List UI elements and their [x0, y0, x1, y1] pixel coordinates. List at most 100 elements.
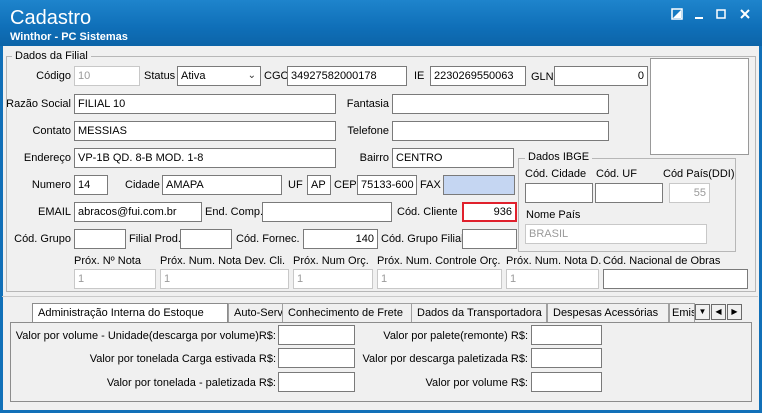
cod-grupo-filial-label: Cód. Grupo Filial [381, 233, 464, 245]
valor-volume-descarga-field[interactable] [278, 325, 355, 345]
codigo-field[interactable]: 10 [74, 66, 140, 86]
cep-field[interactable]: 75133-600 [357, 175, 417, 195]
maximize-icon[interactable] [712, 6, 730, 24]
chevron-down-icon[interactable]: ▼ [695, 304, 710, 320]
prox-num-orc-field[interactable]: 1 [293, 269, 373, 289]
window-title: Cadastro [10, 7, 92, 29]
cod-fornec-field[interactable]: 140 [303, 229, 378, 249]
codigo-label: Código [36, 70, 71, 82]
divider [2, 296, 758, 297]
numero-field[interactable]: 14 [74, 175, 108, 195]
cgc-field[interactable]: 34927582000178 [287, 66, 407, 86]
bairro-label: Bairro [359, 152, 389, 164]
tab-despesas-acessorias[interactable]: Despesas Acessórias [547, 303, 669, 323]
valor-palete-remonte-label: Valor por palete(remonte) R$: [383, 330, 528, 342]
tab-conhecimento-frete[interactable]: Conhecimento de Frete [282, 303, 412, 323]
endereco-field[interactable]: VP-1B QD. 8-B MOD. 1-8 [74, 148, 336, 168]
cod-obras-field[interactable] [603, 269, 748, 289]
valor-palete-remonte-field[interactable] [531, 325, 602, 345]
prox-num-dev-field[interactable]: 1 [160, 269, 289, 289]
cod-grupo-filial-field[interactable] [462, 229, 517, 249]
valor-por-volume-label: Valor por volume R$: [425, 377, 528, 389]
filial-prod-label: Filial Prod. [129, 233, 181, 245]
minimize-icon[interactable] [690, 6, 708, 24]
email-label: EMAIL [37, 206, 71, 218]
nome-pais-field[interactable]: BRASIL [525, 224, 707, 244]
close-icon[interactable] [736, 6, 754, 24]
filial-prod-field[interactable] [180, 229, 232, 249]
prox-nota-field[interactable]: 1 [74, 269, 156, 289]
ie-label: IE [414, 70, 425, 82]
cod-uf-field[interactable] [595, 183, 663, 203]
prox-controle-orc-field[interactable]: 1 [377, 269, 502, 289]
valor-descarga-paletizada-label: Valor por descarga paletizada R$: [362, 353, 528, 365]
telefone-label: Telefone [347, 125, 389, 137]
status-select[interactable]: Ativa ⌄ [177, 66, 261, 86]
chevron-down-icon[interactable]: ⌄ [248, 67, 256, 85]
email-field[interactable]: abracos@fui.com.br [74, 202, 202, 222]
tab-administracao-estoque[interactable]: Administração Interna do Estoque [32, 303, 228, 324]
valor-por-volume-field[interactable] [531, 372, 602, 392]
cidade-field[interactable]: AMAPA [162, 175, 282, 195]
status-value: Ativa [181, 70, 206, 82]
cgc-label: CGC [264, 70, 289, 82]
chevron-right-icon[interactable]: ▶ [727, 304, 742, 320]
fax-field[interactable] [443, 175, 515, 195]
cep-label: CEP [334, 179, 357, 191]
razao-social-field[interactable]: FILIAL 10 [74, 94, 336, 114]
valor-descarga-paletizada-field[interactable] [531, 348, 602, 368]
end-comp-label: End. Comp. [205, 206, 264, 218]
endereco-label: Endereço [23, 152, 71, 164]
fantasia-label: Fantasia [346, 98, 389, 110]
title-bar: Cadastro Winthor - PC Sistemas [0, 0, 762, 46]
tab-dados-transportadora[interactable]: Dados da Transportadora [411, 303, 547, 323]
tab-strip: Administração Interna do Estoque Auto-Se… [10, 303, 752, 324]
contato-label: Contato [32, 125, 71, 137]
cod-obras-label: Cód. Nacional de Obras [603, 255, 721, 267]
cod-pais-field[interactable]: 55 [669, 183, 710, 203]
uf-field[interactable]: AP [307, 175, 331, 195]
cod-cidade-field[interactable] [525, 183, 593, 203]
prox-nota-d-field[interactable]: 1 [506, 269, 599, 289]
valor-tonelada-paletizada-field[interactable] [278, 372, 355, 392]
end-comp-field[interactable] [262, 202, 392, 222]
cidade-label: Cidade [125, 179, 160, 191]
prox-num-dev-label: Próx. Num. Nota Dev. Cli. [160, 255, 286, 267]
dados-ibge-label: Dados IBGE [525, 151, 593, 163]
contato-field[interactable]: MESSIAS [74, 121, 336, 141]
cod-cidade-label: Cód. Cidade [525, 168, 587, 180]
window-subtitle: Winthor - PC Sistemas [10, 31, 128, 43]
tab-emiss[interactable]: Emiss [669, 303, 695, 323]
prox-nota-d-label: Próx. Num. Nota D. [506, 255, 602, 267]
cod-pais-label: Cód País(DDI) [663, 168, 735, 180]
cod-grupo-label: Cód. Grupo [14, 233, 71, 245]
nome-pais-label: Nome País [526, 209, 581, 221]
prox-nota-label: Próx. Nº Nota [74, 255, 141, 267]
restore-icon[interactable] [668, 6, 686, 24]
status-label: Status [144, 70, 176, 82]
chevron-left-icon[interactable]: ◀ [711, 304, 726, 320]
uf-label: UF [288, 179, 303, 191]
prox-controle-orc-label: Próx. Num. Controle Orç. [377, 255, 501, 267]
fax-label: FAX [420, 179, 441, 191]
fantasia-field[interactable] [392, 94, 609, 114]
gln-label: GLN [531, 71, 554, 83]
valor-tonelada-carga-label: Valor por tonelada Carga estivada R$: [89, 353, 276, 365]
telefone-field[interactable] [392, 121, 609, 141]
valor-tonelada-paletizada-label: Valor por tonelada - paletizada R$: [106, 377, 276, 389]
photo-box[interactable] [650, 58, 749, 155]
numero-label: Numero [31, 179, 71, 191]
cod-cliente-label: Cód. Cliente [397, 206, 458, 218]
valor-tonelada-carga-field[interactable] [278, 348, 355, 368]
prox-num-orc-label: Próx. Num Orç. [293, 255, 369, 267]
valor-volume-descarga-label: Valor por volume - Unidade(descarga por … [15, 330, 276, 342]
cod-uf-label: Cód. UF [596, 168, 637, 180]
cod-fornec-label: Cód. Fornec. [236, 233, 300, 245]
bairro-field[interactable]: CENTRO [392, 148, 514, 168]
cod-cliente-field[interactable]: 936 [462, 202, 517, 222]
cod-grupo-field[interactable] [74, 229, 126, 249]
dados-filial-label: Dados da Filial [12, 50, 91, 62]
gln-field[interactable]: 0 [554, 66, 648, 86]
razao-social-label: Razão Social [6, 98, 71, 110]
ie-field[interactable]: 2230269550063 [430, 66, 526, 86]
